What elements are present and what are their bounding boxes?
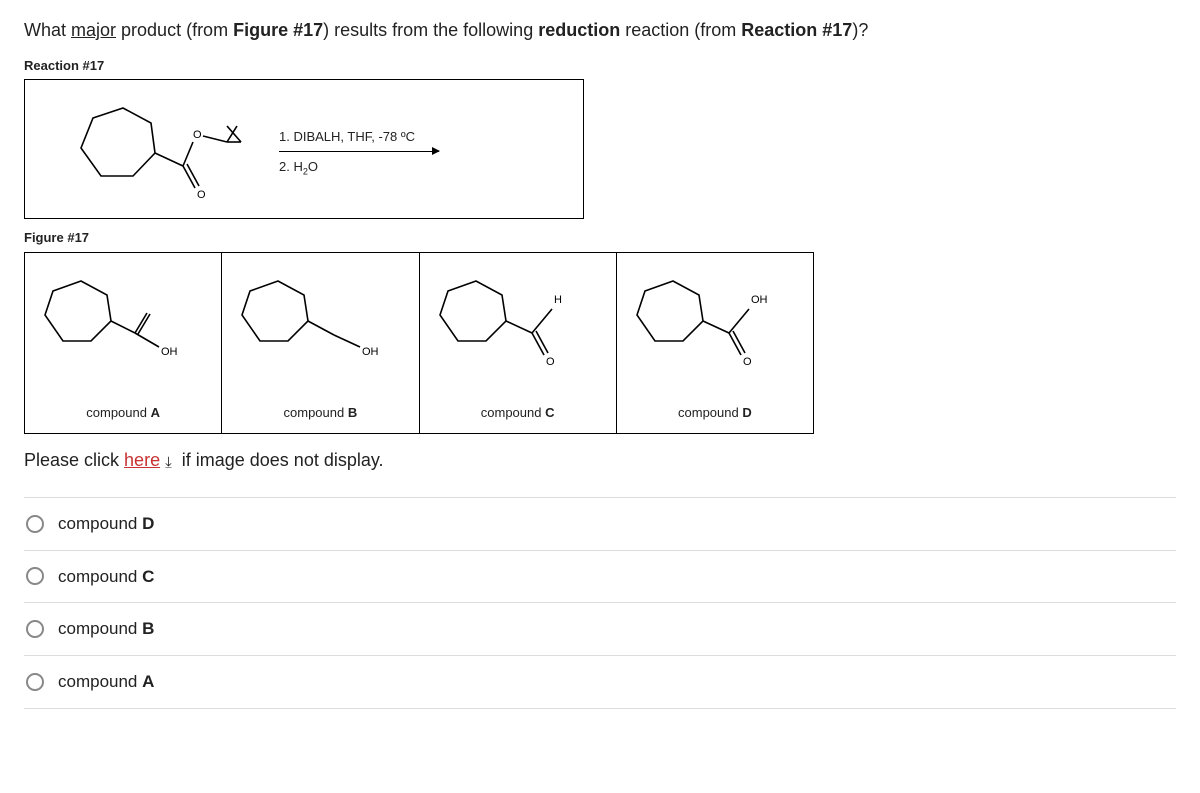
compound-b-structure: OH (226, 259, 416, 389)
radio-a[interactable] (26, 673, 44, 691)
option-c[interactable]: compound C (24, 551, 1176, 604)
option-d-label: compound D (58, 512, 154, 536)
reaction-arrow (279, 151, 439, 153)
compound-b-label: compound B (222, 404, 418, 422)
help-suffix: if image does not display. (177, 450, 384, 470)
svg-text:OH: OH (362, 346, 379, 358)
q-bold2: reduction (538, 20, 620, 40)
figure-row: OH compound A OH compound B (24, 252, 814, 434)
reactant-structure: O O (63, 98, 243, 208)
radio-d[interactable] (26, 515, 44, 533)
svg-text:O: O (197, 189, 206, 201)
option-a-label: compound A (58, 670, 154, 694)
svg-text:O: O (193, 129, 202, 141)
help-prefix: Please click (24, 450, 124, 470)
svg-text:OH: OH (751, 294, 768, 306)
option-a[interactable]: compound A (24, 656, 1176, 709)
download-icon[interactable]: ⤓ (165, 454, 172, 471)
figure-cell-d: OH O compound D (617, 253, 813, 433)
compound-c-structure: H O (424, 259, 614, 389)
reaction-label: Reaction #17 (24, 57, 1176, 75)
q-mid1: product (from (116, 20, 233, 40)
option-b-label: compound B (58, 617, 154, 641)
q-suffix: )? (852, 20, 868, 40)
condition-2: 2. H2O (279, 158, 439, 178)
q-mid2: ) results from the following (323, 20, 538, 40)
option-b[interactable]: compound B (24, 603, 1176, 656)
compound-a-label: compound A (25, 404, 221, 422)
svg-text:O: O (546, 356, 555, 368)
svg-text:OH: OH (161, 346, 178, 358)
fallback-link[interactable]: here (124, 450, 160, 470)
condition-1: 1. DIBALH, THF, -78 ºC (279, 128, 439, 146)
q-bold3: Reaction #17 (741, 20, 852, 40)
figure-label: Figure #17 (24, 229, 1176, 247)
svg-text:O: O (743, 356, 752, 368)
radio-b[interactable] (26, 620, 44, 638)
svg-text:H: H (554, 294, 562, 306)
figure-cell-c: H O compound C (420, 253, 617, 433)
compound-d-structure: OH O (621, 259, 811, 389)
option-d[interactable]: compound D (24, 498, 1176, 551)
question-text: What major product (from Figure #17) res… (24, 18, 1176, 43)
h2o-pre: 2. H (279, 159, 303, 174)
radio-c[interactable] (26, 567, 44, 585)
reaction-box: O O 1. DIBALH, THF, -78 ºC 2. H2O (24, 79, 584, 219)
figure-cell-a: OH compound A (25, 253, 222, 433)
image-fallback-text: Please click here ⤓ if image does not di… (24, 448, 1176, 473)
compound-d-label: compound D (617, 404, 813, 422)
figure-cell-b: OH compound B (222, 253, 419, 433)
compound-c-label: compound C (420, 404, 616, 422)
compound-a-structure: OH (29, 259, 219, 389)
q-bold1: Figure #17 (233, 20, 323, 40)
option-c-label: compound C (58, 565, 154, 589)
answer-options: compound D compound C compound B compoun… (24, 497, 1176, 709)
q-mid3: reaction (from (620, 20, 741, 40)
reaction-conditions: 1. DIBALH, THF, -78 ºC 2. H2O (279, 126, 439, 180)
h2o-post: O (308, 159, 318, 174)
q-prefix: What (24, 20, 71, 40)
q-underlined: major (71, 20, 116, 40)
